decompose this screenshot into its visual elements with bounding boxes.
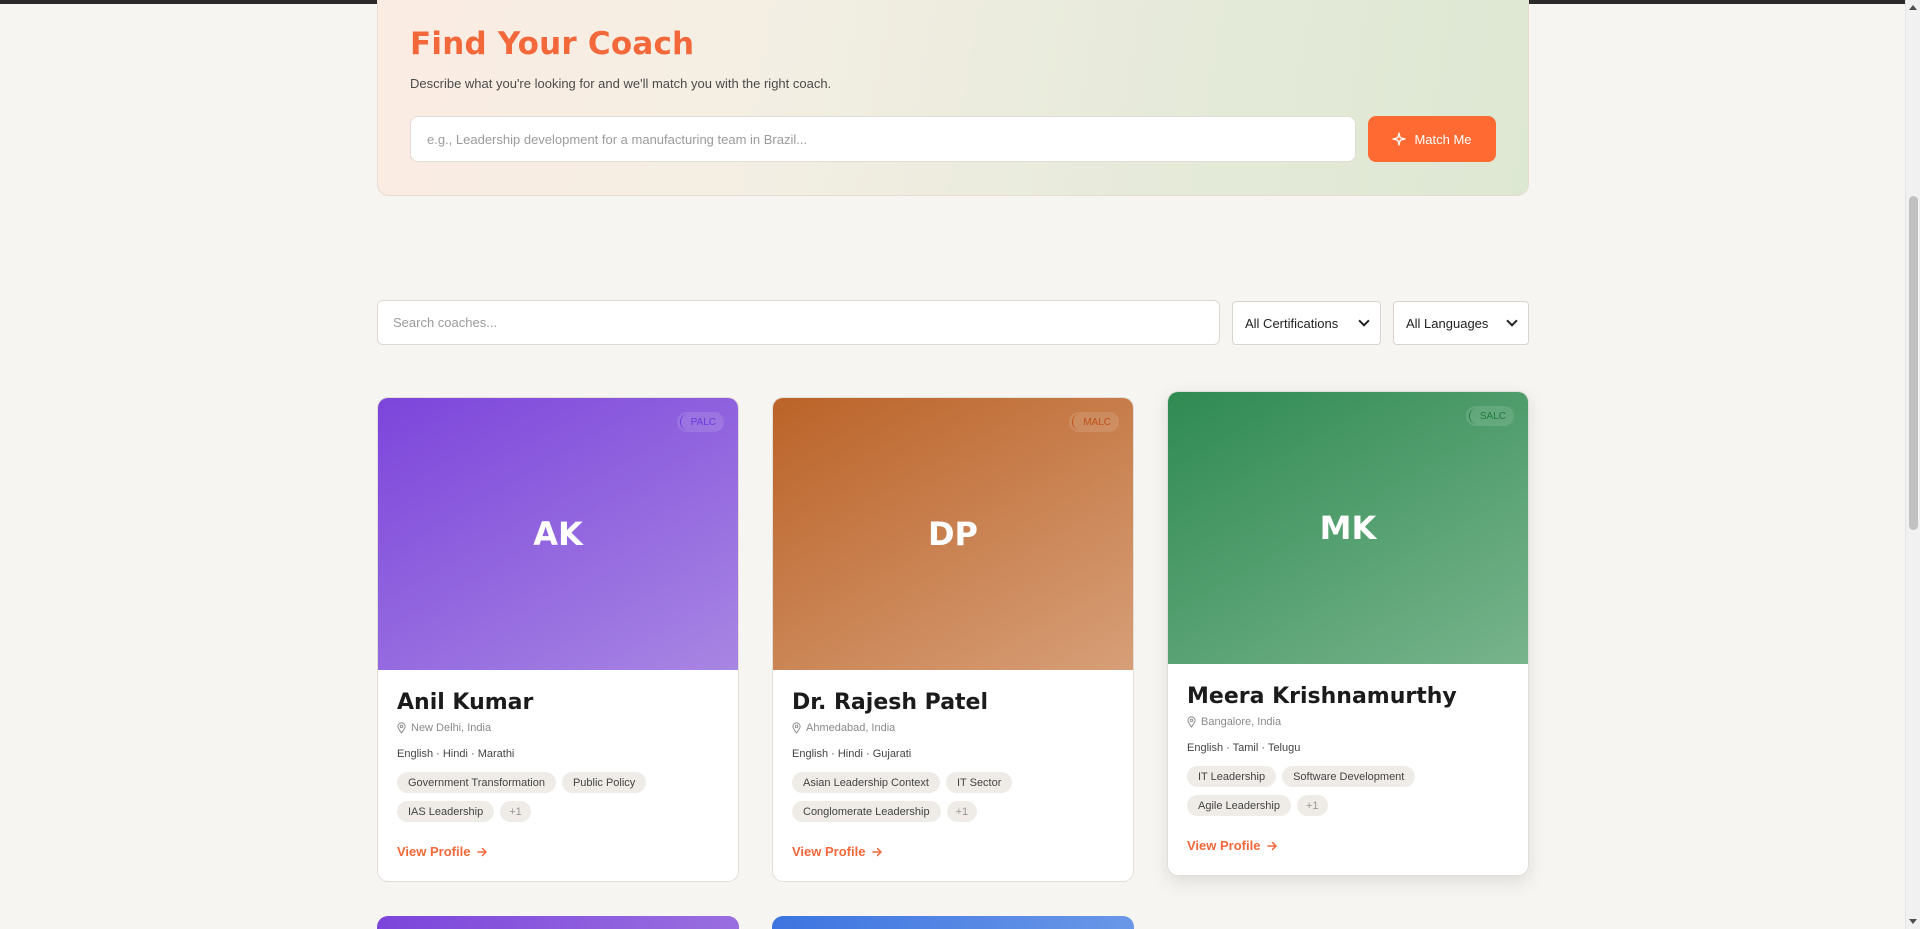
coach-location-text: Bangalore, India bbox=[1201, 716, 1282, 728]
certification-badge: SALC bbox=[1465, 406, 1514, 426]
chevron-down-icon bbox=[1506, 315, 1518, 327]
coach-card-peek[interactable] bbox=[772, 916, 1134, 929]
specialty-tag: IT Sector bbox=[945, 772, 1013, 793]
more-tags-badge: +1 bbox=[500, 801, 531, 822]
page-scrollbar[interactable] bbox=[1905, 0, 1920, 929]
coach-languages: English · Hindi · Marathi bbox=[397, 748, 515, 760]
certification-badge-label: MALC bbox=[1083, 416, 1111, 428]
coach-location-text: New Delhi, India bbox=[411, 722, 492, 734]
specialty-tag: Software Development bbox=[1282, 766, 1416, 787]
certification-badge: PALC bbox=[676, 412, 724, 432]
badge-ring-icon bbox=[1468, 408, 1483, 424]
coach-location: Ahmedabad, India bbox=[792, 722, 895, 734]
coach-card-peek[interactable] bbox=[377, 916, 739, 929]
language-select[interactable]: All Languages bbox=[1393, 301, 1529, 345]
arrow-right-icon bbox=[872, 847, 883, 856]
coach-tags: Government Transformation Public Policy … bbox=[397, 772, 727, 822]
certification-badge: MALC bbox=[1069, 412, 1119, 432]
view-profile-label: View Profile bbox=[397, 844, 471, 859]
arrow-right-icon bbox=[1267, 841, 1278, 850]
language-select-value: All Languages bbox=[1406, 315, 1489, 331]
arrow-right-icon bbox=[477, 847, 488, 856]
scrollbar-thumb[interactable] bbox=[1909, 196, 1918, 530]
certification-badge-label: SALC bbox=[1479, 410, 1506, 422]
coach-initials: MK bbox=[1319, 509, 1377, 547]
coach-initials: AK bbox=[533, 515, 583, 553]
view-profile-link[interactable]: View Profile bbox=[792, 844, 883, 859]
coach-search-input[interactable] bbox=[377, 300, 1220, 345]
coach-card[interactable]: MK SALC Meera Krishnamurthy Bangalore, I… bbox=[1167, 391, 1529, 876]
match-me-button[interactable]: Match Me bbox=[1368, 116, 1496, 162]
specialty-tag: Conglomerate Leadership bbox=[792, 801, 941, 822]
certification-select[interactable]: All Certifications bbox=[1232, 301, 1381, 345]
page-title: Find Your Coach bbox=[410, 26, 695, 62]
location-pin-icon bbox=[792, 722, 801, 734]
specialty-tag: IAS Leadership bbox=[397, 801, 495, 822]
coach-location-text: Ahmedabad, India bbox=[806, 722, 896, 734]
specialty-tag: Agile Leadership bbox=[1187, 795, 1291, 816]
match-query-input[interactable] bbox=[410, 116, 1356, 162]
badge-ring-icon bbox=[679, 414, 694, 430]
view-profile-link[interactable]: View Profile bbox=[1187, 838, 1278, 853]
coach-initials: DP bbox=[927, 515, 978, 553]
find-coach-hero: Find Your Coach Describe what you're loo… bbox=[377, 0, 1529, 196]
coach-card[interactable]: DP MALC Dr. Rajesh Patel Ahmedabad, Indi… bbox=[772, 397, 1134, 882]
view-profile-label: View Profile bbox=[792, 844, 866, 859]
view-profile-label: View Profile bbox=[1187, 838, 1261, 853]
more-tags-badge: +1 bbox=[946, 801, 978, 822]
location-pin-icon bbox=[1187, 716, 1196, 728]
match-me-label: Match Me bbox=[1414, 131, 1472, 147]
coach-location: Bangalore, India bbox=[1187, 716, 1281, 728]
coach-location: New Delhi, India bbox=[397, 722, 491, 734]
coach-card[interactable]: AK PALC Anil Kumar New Delhi, India Engl… bbox=[377, 397, 739, 882]
certification-badge-label: PALC bbox=[690, 416, 716, 428]
chevron-down-icon bbox=[1358, 315, 1370, 327]
coach-name: Dr. Rajesh Patel bbox=[792, 690, 989, 715]
certification-select-value: All Certifications bbox=[1245, 315, 1339, 331]
specialty-tag: Public Policy bbox=[561, 772, 647, 793]
specialty-tag: Asian Leadership Context bbox=[792, 772, 940, 793]
scroll-down-arrow-icon[interactable] bbox=[1909, 919, 1917, 924]
sparkle-icon bbox=[1392, 132, 1407, 146]
coach-name: Anil Kumar bbox=[397, 690, 534, 715]
coach-languages: English · Tamil · Telugu bbox=[1187, 742, 1301, 754]
scroll-up-arrow-icon[interactable] bbox=[1909, 5, 1917, 10]
coach-languages: English · Hindi · Gujarati bbox=[792, 748, 912, 760]
more-tags-badge: +1 bbox=[1296, 795, 1328, 816]
coach-name: Meera Krishnamurthy bbox=[1187, 684, 1457, 709]
hero-subtitle: Describe what you're looking for and we'… bbox=[410, 76, 832, 91]
view-profile-link[interactable]: View Profile bbox=[397, 844, 488, 859]
badge-ring-icon bbox=[1072, 414, 1086, 430]
specialty-tag: IT Leadership bbox=[1187, 766, 1277, 787]
specialty-tag: Government Transformation bbox=[397, 772, 556, 793]
coach-tags: IT Leadership Software Development Agile… bbox=[1187, 766, 1517, 816]
coach-tags: Asian Leadership Context IT Sector Congl… bbox=[792, 772, 1122, 822]
location-pin-icon bbox=[397, 722, 406, 734]
